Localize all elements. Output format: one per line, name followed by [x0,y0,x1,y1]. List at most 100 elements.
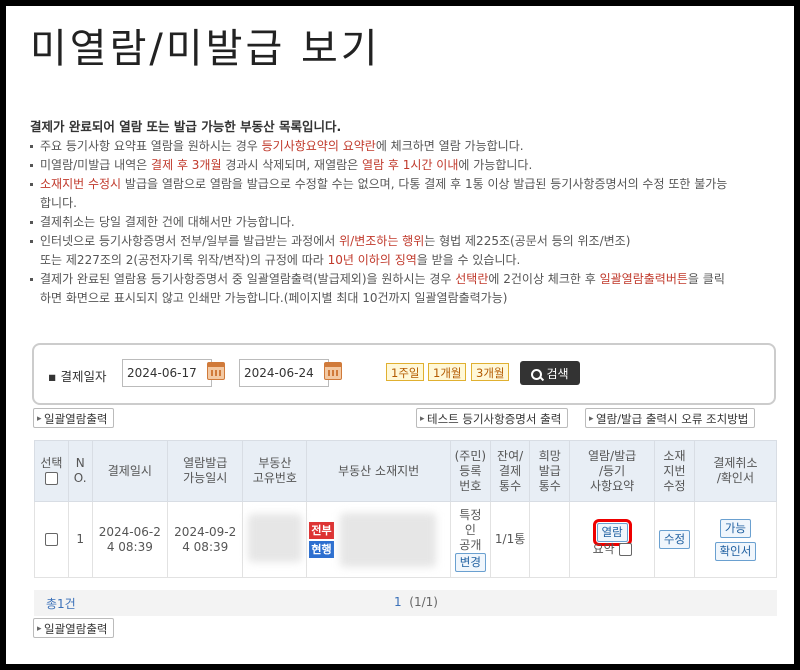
test-print-button[interactable]: 테스트 등기사항증명서 출력 [416,408,569,429]
notice-text: 결제취소는 당일 결제한 건에 대해서만 가능합니다. [40,215,295,229]
redacted-property-id [247,513,302,562]
certificate-button[interactable]: 확인서 [714,541,757,561]
pagination-bar: 총1건 1 (1/1) [34,590,777,616]
col-resident-label: 등록 [459,463,482,478]
table-header-row: 선택 N O. 결제일시 열람발급 가능일시 부동산 고유번호 부동산 소재지번 (주… [34,440,778,502]
page-link[interactable]: 1 [394,595,402,609]
col-view-issue: 열람/발급/등기 사항요약 [569,440,656,502]
page-title: 미열람/미발급 보기 [30,26,381,72]
col-desired: 희망 발급 통수 [529,440,571,502]
search-button[interactable]: 검색 [520,361,580,385]
notice-text: 합니다. [40,196,77,210]
total-count: 총1건 [46,597,76,611]
row-view-issue: 열람 요약 [569,501,656,578]
notice-list: 주요 등기사항 요약표 열람을 원하시는 경우 등기사항요약의 요약란에 체크하… [30,137,780,308]
search-icon [531,368,543,380]
col-select: 선택 [34,440,69,502]
row-pay-date-text: 4 08:39 [106,539,153,554]
redacted-address [339,512,436,567]
col-no-label: N [75,456,85,470]
batch-print-button-bottom[interactable]: 일괄열람출력 [33,618,115,639]
notice-highlight: 10년 이하의 징역 [327,253,417,267]
col-location-edit: 소재 지번 수정 [654,440,695,502]
row-desired [529,501,571,578]
type-tags: 전부 현행 [309,521,334,559]
notice-text: 발급을 열람으로 열람을 발급으로 수정할 수는 없으며, 다통 결제 후 1통… [121,177,728,191]
notice-text: 는 형법 제225조(공문서 등의 위조/변조) [424,234,631,248]
col-desired-label: 희망 [538,448,561,463]
notice-item-continued: 하면 화면으로 표시되지 않고 인쇄만 가능합니다.(페이지별 최대 10건까지… [30,289,780,308]
cancel-possible-button[interactable]: 가능 [719,518,752,538]
notice-highlight: 선택란 [455,272,489,286]
modify-button[interactable]: 수정 [658,530,691,549]
notice-headline: 결제가 완료되어 열람 또는 발급 가능한 부동산 목록입니다. [30,119,342,134]
notice-item: 결제가 완료된 열람용 등기사항증명서 중 일괄열람출력(발급제외)을 원하시는… [30,270,780,289]
col-issue-date-label: 가능일시 [183,471,228,485]
col-remaining-label: 잔여/ [497,448,524,463]
col-pay-date: 결제일시 [91,440,169,502]
end-date-input[interactable] [239,359,329,387]
col-no: N O. [67,440,93,502]
notice-text: 인터넷으로 등기사항증명서 전부/일부를 발급받는 과정에서 [40,234,340,248]
notice-item-continued: 또는 제227조의 2(공전자기록 위작/변작)의 규정에 따라 10년 이하의… [30,251,780,270]
batch-print-button[interactable]: 일괄열람출력 [33,408,115,429]
select-all-checkbox[interactable] [44,472,58,485]
search-button-label: 검색 [546,366,569,381]
notice-highlight: 소재지번 수정시 [40,177,122,191]
notice-highlight: 일괄열람출력버튼 [599,272,688,286]
notice-highlight: 결제 후 3개월 [151,158,222,172]
period-1week-button[interactable]: 1주일 [386,363,425,381]
col-view-label: 사항요약 [590,478,635,493]
row-location-edit: 수정 [654,501,695,578]
notice-item: 주요 등기사항 요약표 열람을 원하시는 경우 등기사항요약의 요약란에 체크하… [30,137,780,156]
col-property-id: 부동산 고유번호 [242,440,308,502]
notice-text: 결제가 완료된 열람용 등기사항증명서 중 일괄열람출력(발급제외)을 원하시는… [40,272,456,286]
col-view-label: /등기 [599,463,626,478]
calendar-icon[interactable] [207,362,225,380]
col-desired-label: 통수 [538,478,561,493]
col-no-label: O. [73,471,87,485]
notice-section: 결제가 완료되어 열람 또는 발급 가능한 부동산 목록입니다. 주요 등기사항… [30,117,780,308]
row-resident-text: 특정 [459,507,482,522]
col-remaining: 잔여/결제 통수 [489,440,531,502]
summary-checkbox[interactable] [618,542,632,556]
row-property-id [242,501,308,578]
col-location-label: 수정 [663,478,686,493]
col-view-label: 열람/발급 [587,448,637,463]
row-resident-number: 특정 인 공개 변경 [449,501,491,578]
col-location-label: 지번 [663,463,686,478]
col-resident-label: 번호 [459,478,482,493]
start-date-input[interactable] [122,359,212,387]
row-cancel: 가능 확인서 [693,501,778,578]
period-3month-button[interactable]: 3개월 [471,363,510,381]
col-property-id-label: 부동산 [258,456,292,470]
row-resident-text: 공개 [459,537,482,552]
notice-highlight: 위/변조하는 행위 [339,234,425,248]
error-guide-button[interactable]: 열람/발급 출력시 오류 조치방법 [585,408,756,429]
pagination: 1 (1/1) [394,595,438,609]
period-1month-button[interactable]: 1개월 [428,363,467,381]
row-pay-date-text: 2024-06-2 [98,524,161,539]
notice-text: 을 받을 수 있습니다. [416,253,521,267]
col-location-label: 소재 [663,448,686,463]
notice-text: 또는 제227조의 2(공전자기록 위작/변작)의 규정에 따라 [40,253,328,267]
page-frame: 미열람/미발급 보기 결제가 완료되어 열람 또는 발급 가능한 부동산 목록입… [6,6,794,664]
view-button[interactable]: 열람 [592,518,632,546]
summary-label: 요약 [592,541,615,556]
page-info: (1/1) [409,595,438,609]
row-issue-date: 2024-09-2 4 08:39 [167,501,244,578]
notice-text: 주요 등기사항 요약표 열람을 원하시는 경우 [40,139,262,153]
notice-item: 소재지번 수정시 발급을 열람으로 열람을 발급으로 수정할 수는 없으며, 다… [30,175,780,194]
row-address: 전부 현행 [306,501,451,578]
row-issue-date-text: 2024-09-2 [174,524,237,539]
col-cancel-label: 결제취소 [713,456,758,470]
notice-text: 을 클릭 [687,272,725,286]
notice-item: 미열람/미발급 내역은 결제 후 3개월 경과시 삭제되며, 재열람은 열람 후… [30,156,780,175]
col-cancel: 결제취소/확인서 [693,440,778,502]
col-property-id-label: 고유번호 [252,471,297,485]
tag-current: 현행 [309,540,334,558]
row-checkbox[interactable] [44,533,58,546]
notice-highlight: 열람 후 1시간 이내 [362,158,459,172]
change-button[interactable]: 변경 [454,552,486,572]
calendar-icon[interactable] [324,362,342,380]
